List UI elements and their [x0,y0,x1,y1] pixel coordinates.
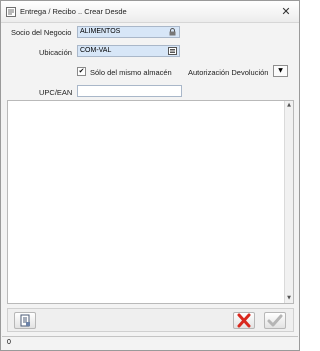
title-bar: Entrega / Recibo .. Crear Desde ✕ [1,1,299,23]
location-lookup-icon[interactable] [166,46,179,56]
upc-label: UPC/EAN [39,88,73,97]
dialog-window: Entrega / Recibo .. Crear Desde ✕ Socio … [0,0,300,351]
bpartner-value: ALIMENTOS [80,28,121,35]
location-field[interactable]: COM-VAL [77,45,180,57]
vertical-scrollbar[interactable]: ▲ ▼ [284,101,293,303]
same-warehouse-label: Sólo del mismo almacén [90,68,172,77]
upc-input[interactable] [77,85,182,97]
lines-table[interactable]: ▲ ▼ [7,100,294,304]
status-bar: 0 [2,336,298,350]
chevron-down-icon: ▼ [278,67,283,74]
document-button[interactable] [14,312,36,329]
scroll-down-icon[interactable]: ▼ [285,294,293,303]
bpartner-label: Socio del Negocio [11,28,72,37]
same-warehouse-checkbox[interactable]: ✔ [77,67,86,76]
rma-label: Autorización Devolución [188,68,269,77]
bpartner-field[interactable]: ALIMENTOS [77,26,180,38]
close-button[interactable]: ✕ [279,5,293,19]
cancel-button[interactable] [233,312,255,329]
status-text: 0 [7,339,11,346]
ok-check-icon [265,314,285,330]
rma-combobox[interactable]: ▼ [273,65,288,77]
cancel-x-icon [234,313,254,330]
window-title: Entrega / Recibo .. Crear Desde [20,7,127,16]
location-label: Ubicación [39,48,72,57]
location-value: COM-VAL [80,47,112,54]
lock-icon [166,27,179,37]
button-bar [7,308,294,332]
scroll-up-icon[interactable]: ▲ [285,101,293,110]
document-icon [15,314,35,330]
ok-button[interactable] [264,312,286,329]
window-form-icon [6,7,16,17]
